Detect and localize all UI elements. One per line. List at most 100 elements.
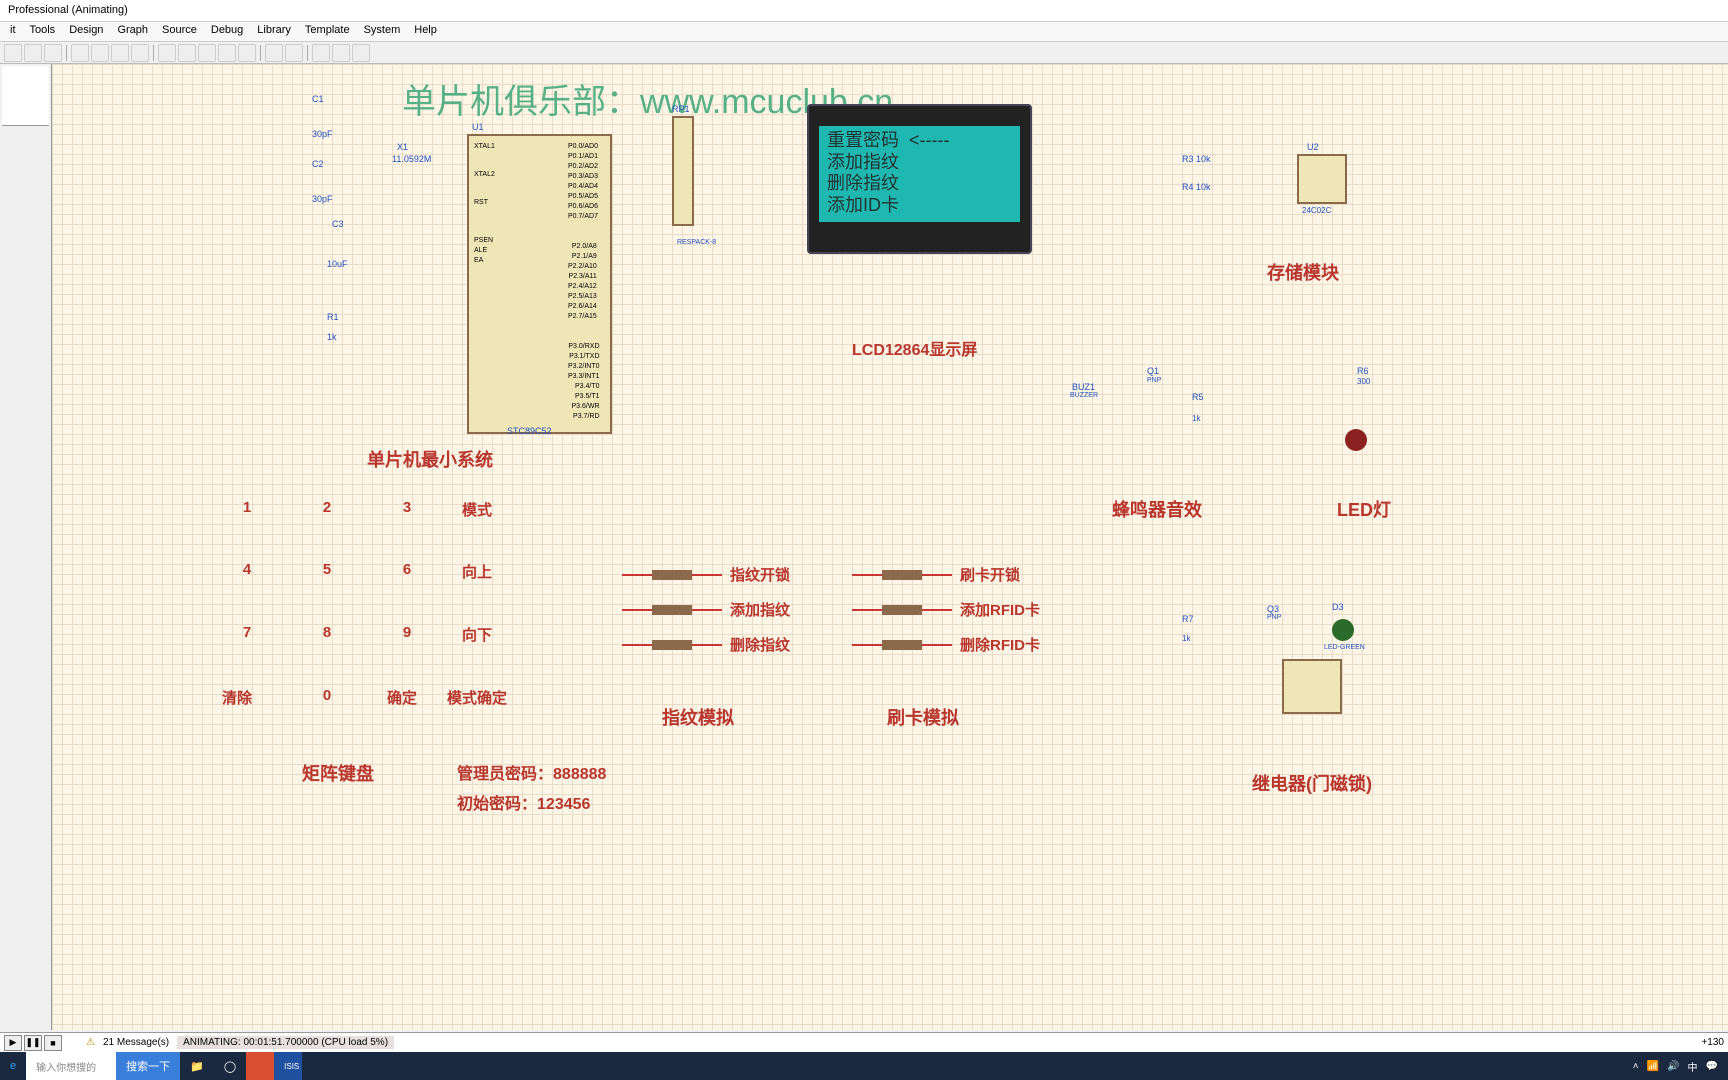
system-tray[interactable]: ˄ 📶 🔊 中 💬 <box>1623 1059 1728 1074</box>
menu-debug[interactable]: Debug <box>205 24 249 39</box>
zoom-fit-icon[interactable] <box>158 44 176 62</box>
eeprom-ref: U2 <box>1307 142 1319 152</box>
xtal-val: 11.0592M <box>392 154 431 164</box>
tray-up-icon[interactable]: ˄ <box>1633 1061 1639 1072</box>
redo-icon[interactable] <box>285 44 303 62</box>
schematic-canvas[interactable]: 单片机俱乐部：www.mcuclub.cn U1 STC89C52 XTAL1 … <box>52 64 1728 1030</box>
menu-graph[interactable]: Graph <box>111 24 154 39</box>
app-icon[interactable] <box>246 1052 274 1080</box>
led-green[interactable] <box>1332 619 1354 641</box>
toolbar-button[interactable] <box>111 44 129 62</box>
section-finger: 指纹模拟 <box>662 704 734 730</box>
search-button[interactable]: 搜索一下 <box>116 1052 180 1080</box>
wifi-icon[interactable]: 📶 <box>1647 1061 1659 1072</box>
finger-add-switch[interactable] <box>622 609 722 611</box>
rfid-add-switch[interactable] <box>852 609 952 611</box>
res-r7-val: 1k <box>1182 634 1190 643</box>
zoom-area-icon[interactable] <box>238 44 256 62</box>
key-8[interactable]: 8 <box>297 624 357 641</box>
explorer-icon[interactable]: 📁 <box>180 1052 214 1080</box>
ime-indicator[interactable]: 中 <box>1688 1059 1698 1074</box>
proteus-icon[interactable]: ISIS <box>274 1052 302 1080</box>
cap-c3-ref: C3 <box>332 219 344 229</box>
cap-c2-val: 30pF <box>312 194 333 204</box>
section-relay: 继电器(门磁锁) <box>1252 770 1372 796</box>
menu-tools[interactable]: Tools <box>24 24 62 39</box>
key-5[interactable]: 5 <box>297 561 357 578</box>
key-mode-ok[interactable]: 模式确定 <box>437 687 517 708</box>
key-down[interactable]: 向下 <box>447 624 507 645</box>
lcd-caption: LCD12864显示屏 <box>852 336 977 360</box>
notification-icon[interactable]: 💬 <box>1706 1061 1718 1072</box>
respack[interactable] <box>672 116 694 226</box>
volume-icon[interactable]: 🔊 <box>1667 1061 1679 1072</box>
finger-del-switch[interactable] <box>622 644 722 646</box>
toolbar-button[interactable] <box>24 44 42 62</box>
key-9[interactable]: 9 <box>377 624 437 641</box>
mcu-ref: U1 <box>472 122 484 132</box>
d3-label: LED-GREEN <box>1324 644 1365 651</box>
key-up[interactable]: 向上 <box>447 561 507 582</box>
toolbar-button[interactable] <box>4 44 22 62</box>
finger-unlock-switch[interactable] <box>622 574 722 576</box>
mcu-pins-p2: P2.0/A8P2.1/A9P2.2/A10P2.3/A11P2.4/A12P2… <box>566 242 599 322</box>
menu-design[interactable]: Design <box>63 24 109 39</box>
res-r7: R7 <box>1182 614 1194 624</box>
toolbar-button[interactable] <box>44 44 62 62</box>
copy-icon[interactable] <box>332 44 350 62</box>
section-led: LED灯 <box>1337 496 1391 522</box>
eeprom-chip[interactable] <box>1297 154 1347 204</box>
lcd-module[interactable]: 重置密码 <----- 添加指纹 删除指纹 添加ID卡 <box>807 104 1032 254</box>
stop-button[interactable]: ■ <box>44 1035 62 1051</box>
eeprom-part: 24C02C <box>1302 206 1331 215</box>
key-0[interactable]: 0 <box>297 687 357 704</box>
cap-c1-ref: C1 <box>312 94 324 104</box>
search-box[interactable]: 输入你想搜的 <box>26 1052 116 1080</box>
key-4[interactable]: 4 <box>217 561 277 578</box>
res-r6: R6 <box>1357 366 1369 376</box>
key-clear[interactable]: 清除 <box>207 687 267 708</box>
paste-icon[interactable] <box>352 44 370 62</box>
key-7[interactable]: 7 <box>217 624 277 641</box>
init-pwd: 初始密码：123456 <box>457 790 590 814</box>
key-ok[interactable]: 确定 <box>372 687 432 708</box>
menu-source[interactable]: Source <box>156 24 203 39</box>
menu-help[interactable]: Help <box>408 24 443 39</box>
led-red[interactable] <box>1345 429 1367 451</box>
message-count[interactable]: 21 Message(s) <box>103 1037 169 1048</box>
menu-library[interactable]: Library <box>251 24 297 39</box>
undo-icon[interactable] <box>265 44 283 62</box>
cut-icon[interactable] <box>312 44 330 62</box>
res-r1-val: 1k <box>327 332 337 342</box>
play-button[interactable]: ▶ <box>4 1035 22 1051</box>
zoom-all-icon[interactable] <box>218 44 236 62</box>
zoom-in-icon[interactable] <box>178 44 196 62</box>
key-mode[interactable]: 模式 <box>447 499 507 520</box>
menu-system[interactable]: System <box>358 24 407 39</box>
key-2[interactable]: 2 <box>297 499 357 516</box>
windows-taskbar: e 输入你想搜的 搜索一下 📁 ◯ ISIS ˄ 📶 🔊 中 💬 <box>0 1052 1728 1080</box>
key-6[interactable]: 6 <box>377 561 437 578</box>
res-r4: R4 10k <box>1182 182 1211 192</box>
toolbar-button[interactable] <box>91 44 109 62</box>
key-3[interactable]: 3 <box>377 499 437 516</box>
rfid-unlock-switch[interactable] <box>852 574 952 576</box>
pause-button[interactable]: ❚❚ <box>24 1035 42 1051</box>
menu-it[interactable]: it <box>4 24 22 39</box>
q1-type: PNP <box>1147 377 1161 384</box>
zoom-out-icon[interactable] <box>198 44 216 62</box>
window-title: Professional (Animating) <box>0 0 1728 22</box>
res-r5-val: 1k <box>1192 414 1200 423</box>
relay[interactable] <box>1282 659 1342 714</box>
tool-palette <box>0 64 52 1030</box>
edge-icon[interactable]: e <box>0 1052 26 1080</box>
toolbar <box>0 42 1728 64</box>
cortana-icon[interactable]: ◯ <box>214 1052 246 1080</box>
key-1[interactable]: 1 <box>217 499 277 516</box>
toolbar-button[interactable] <box>131 44 149 62</box>
toolbar-button[interactable] <box>71 44 89 62</box>
q3-type: PNP <box>1267 614 1281 621</box>
rfid-del-switch[interactable] <box>852 644 952 646</box>
cap-c2-ref: C2 <box>312 159 324 169</box>
menu-template[interactable]: Template <box>299 24 356 39</box>
